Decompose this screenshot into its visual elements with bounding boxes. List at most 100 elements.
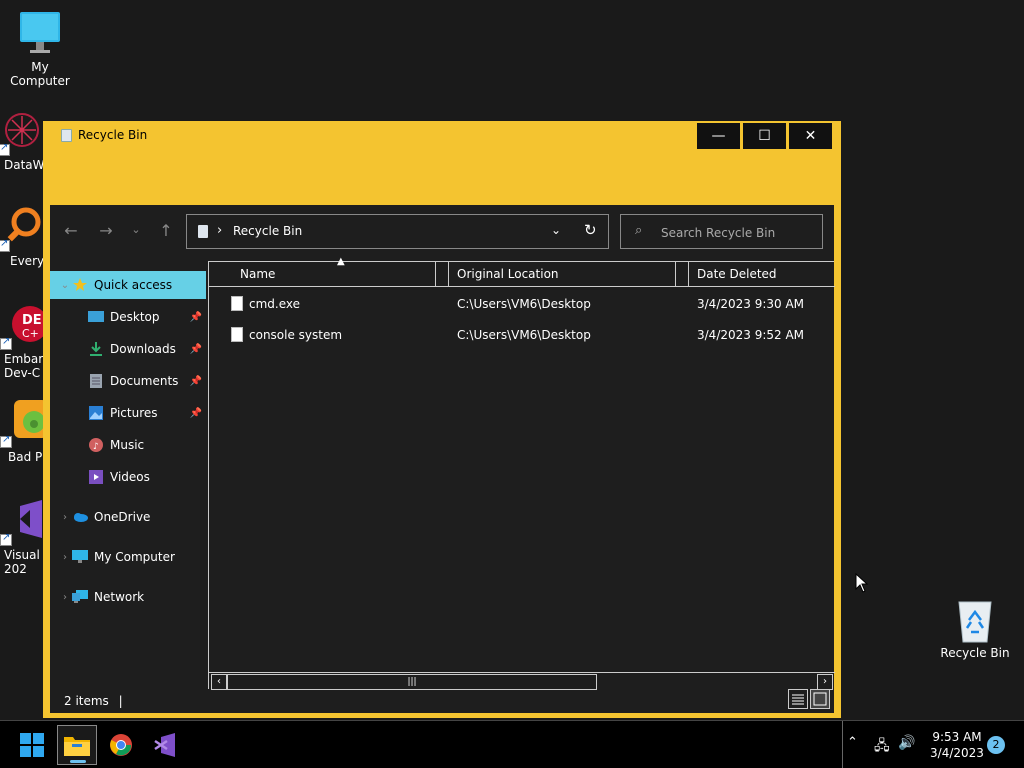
- minimize-button[interactable]: —: [696, 122, 741, 150]
- sidebar-item-label: Quick access: [94, 278, 173, 292]
- taskbar-chrome[interactable]: [101, 725, 141, 765]
- scroll-right-icon[interactable]: ›: [817, 674, 833, 690]
- title-bar[interactable]: Recycle Bin — ☐ ✕: [43, 121, 841, 151]
- monitor-icon: [72, 550, 88, 564]
- column-divider[interactable]: [675, 262, 676, 286]
- everything-app-icon: [0, 204, 46, 252]
- window-title: Recycle Bin: [78, 128, 148, 142]
- sidebar-item-downloads[interactable]: Downloads 📌: [50, 335, 206, 363]
- sidebar-item-desktop[interactable]: Desktop 📌: [50, 303, 206, 331]
- pin-icon[interactable]: 📌: [190, 344, 202, 355]
- scroll-left-icon[interactable]: ‹: [211, 674, 227, 690]
- details-view-button[interactable]: [788, 689, 808, 709]
- column-header-name[interactable]: Name: [240, 262, 275, 286]
- shortcut-arrow-icon: [0, 532, 12, 546]
- sidebar-item-label: Documents: [110, 374, 179, 388]
- expand-chevron-icon[interactable]: ⌄: [58, 280, 72, 291]
- sort-ascending-icon: ▲: [337, 256, 345, 267]
- sidebar-item-pictures[interactable]: Pictures 📌: [50, 399, 206, 427]
- search-input[interactable]: ⌕ Search Recycle Bin: [620, 214, 823, 249]
- sidebar-item-quick-access[interactable]: ⌄ Quick access: [50, 271, 206, 299]
- close-icon: ✕: [804, 128, 817, 144]
- table-row[interactable]: console system C:\Users\VM6\Desktop 3/4/…: [209, 321, 835, 351]
- show-hidden-icons-chevron-icon[interactable]: ⌃: [847, 735, 858, 750]
- desktop-icon-label: My Computer: [10, 60, 70, 88]
- sidebar-item-videos[interactable]: Videos: [50, 463, 206, 491]
- large-icons-view-icon: [813, 692, 827, 706]
- search-icon: ⌕: [635, 223, 643, 238]
- sidebar-item-network[interactable]: › Network: [50, 583, 206, 611]
- desktop-icon-recycle-bin[interactable]: Recycle Bin: [935, 596, 1015, 660]
- clock[interactable]: 9:53 AM 3/4/2023: [920, 729, 994, 761]
- datawa-app-icon: [0, 108, 46, 156]
- shortcut-arrow-icon: [0, 434, 12, 448]
- taskbar-file-explorer[interactable]: [57, 725, 97, 765]
- status-bar: 2 items |: [64, 694, 123, 708]
- pin-icon[interactable]: 📌: [190, 376, 202, 387]
- desktop-icon-my-computer[interactable]: My Computer: [0, 10, 80, 88]
- download-arrow-icon: [88, 342, 104, 356]
- network-tray-icon[interactable]: 🖧: [874, 735, 890, 759]
- sidebar-item-onedrive[interactable]: › OneDrive: [50, 503, 206, 531]
- navigation-pane: ⌄ Quick access Desktop 📌 Downloads 📌 Doc…: [50, 271, 208, 671]
- sidebar-item-label: Downloads: [110, 342, 176, 356]
- search-placeholder: Search Recycle Bin: [661, 226, 776, 240]
- breadcrumb-recycle-bin[interactable]: Recycle Bin: [233, 224, 302, 238]
- refresh-icon[interactable]: ↻: [584, 221, 597, 239]
- recycle-bin-icon: [951, 596, 999, 644]
- sidebar-item-music[interactable]: ♪ Music: [50, 431, 206, 459]
- network-icon: [72, 590, 88, 604]
- svg-text:C+: C+: [22, 327, 39, 340]
- file-list: ▲ Name Original Location Date Deleted cm…: [208, 256, 835, 690]
- breadcrumb-chevron-icon[interactable]: ›: [217, 223, 222, 238]
- column-divider[interactable]: [448, 262, 449, 286]
- taskbar-visual-studio[interactable]: [145, 725, 185, 765]
- pin-icon[interactable]: 📌: [190, 408, 202, 419]
- column-divider[interactable]: [688, 262, 689, 286]
- sidebar-item-documents[interactable]: Documents 📌: [50, 367, 206, 395]
- desktop-folder-icon: [88, 310, 104, 324]
- address-dropdown-icon[interactable]: ⌄: [551, 223, 561, 237]
- start-button[interactable]: [12, 725, 52, 765]
- visual-studio-app-icon: [0, 498, 48, 546]
- forward-arrow-icon[interactable]: →: [95, 221, 117, 240]
- file-icon: [231, 296, 243, 311]
- file-original-location: C:\Users\VM6\Desktop: [457, 328, 591, 342]
- mouse-cursor-icon: [855, 573, 869, 593]
- sidebar-item-label: Pictures: [110, 406, 158, 420]
- explorer-body: ← → ⌄ ↑ › Recycle Bin ⌄ ↻ ⌕ Search Recyc…: [50, 205, 835, 713]
- chrome-icon: [110, 734, 132, 756]
- horizontal-scrollbar[interactable]: ‹ ||| ›: [209, 672, 835, 690]
- recycle-bin-window: Recycle Bin — ☐ ✕ ← → ⌄ ↑ › Recycle Bin …: [43, 121, 841, 718]
- embarcadero-app-icon: DE C+: [0, 302, 48, 350]
- pin-icon[interactable]: 📌: [190, 312, 202, 323]
- back-arrow-icon[interactable]: ←: [60, 221, 82, 240]
- expand-chevron-icon[interactable]: ›: [58, 592, 72, 603]
- file-name: cmd.exe: [249, 297, 301, 311]
- file-date-deleted: 3/4/2023 9:52 AM: [697, 328, 805, 342]
- column-header-original-location[interactable]: Original Location: [457, 262, 559, 286]
- close-button[interactable]: ✕: [788, 122, 833, 150]
- folder-icon: [64, 737, 90, 756]
- star-icon: [72, 278, 88, 292]
- expand-chevron-icon[interactable]: ›: [58, 512, 72, 523]
- address-bar[interactable]: › Recycle Bin ⌄ ↻: [186, 214, 609, 249]
- recent-locations-chevron-icon[interactable]: ⌄: [125, 223, 147, 236]
- table-row[interactable]: cmd.exe C:\Users\VM6\Desktop 3/4/2023 9:…: [209, 290, 835, 320]
- recycle-bin-icon: [198, 225, 208, 238]
- file-original-location: C:\Users\VM6\Desktop: [457, 297, 591, 311]
- column-divider[interactable]: [435, 262, 436, 286]
- notification-badge[interactable]: 2: [987, 736, 1005, 754]
- clock-time: 9:53 AM: [932, 730, 982, 744]
- column-header-date-deleted[interactable]: Date Deleted: [697, 262, 777, 286]
- scrollbar-thumb[interactable]: |||: [227, 674, 597, 690]
- large-icons-view-button[interactable]: [810, 689, 830, 709]
- sidebar-item-my-computer[interactable]: › My Computer: [50, 543, 206, 571]
- shortcut-arrow-icon: [0, 142, 10, 156]
- sidebar-item-label: OneDrive: [94, 510, 151, 524]
- speaker-icon[interactable]: 🔊: [898, 735, 915, 751]
- up-arrow-icon[interactable]: ↑: [155, 221, 177, 240]
- picture-icon: [88, 406, 104, 420]
- expand-chevron-icon[interactable]: ›: [58, 552, 72, 563]
- maximize-button[interactable]: ☐: [742, 122, 787, 150]
